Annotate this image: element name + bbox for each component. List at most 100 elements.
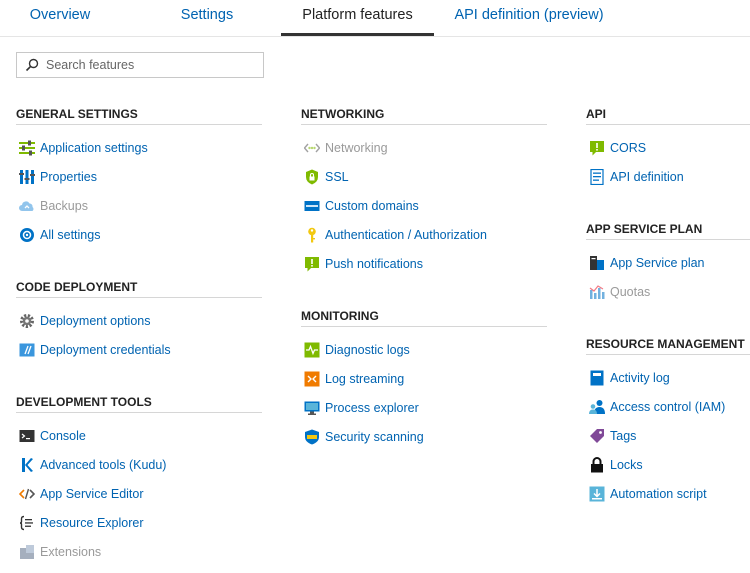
globe-settings-icon — [20, 227, 34, 242]
sliders-icon — [19, 140, 35, 155]
gear-icon — [20, 313, 34, 328]
lock-icon — [591, 456, 603, 472]
tab-overview[interactable]: Overview — [0, 0, 120, 33]
item-custom-domains[interactable]: Custom domains — [301, 191, 547, 220]
item-tags[interactable]: Tags — [586, 421, 750, 450]
item-process-explorer[interactable]: Process explorer — [301, 393, 547, 422]
tab-settings[interactable]: Settings — [148, 0, 266, 33]
item-label: Activity log — [610, 370, 670, 385]
section-monitoring: MONITORING Diagnostic logs Log streaming… — [301, 307, 547, 451]
item-properties[interactable]: Properties — [16, 162, 262, 191]
item-label: Console — [40, 428, 86, 443]
section-heading: CODE DEPLOYMENT — [16, 278, 262, 298]
tab-api-definition[interactable]: API definition (preview) — [448, 0, 610, 33]
item-label: Advanced tools (Kudu) — [40, 457, 167, 472]
chart-icon — [589, 284, 605, 299]
item-locks[interactable]: Locks — [586, 450, 750, 479]
puzzle-icon — [20, 544, 34, 559]
section-heading: APP SERVICE PLAN — [586, 220, 750, 240]
tag-icon — [590, 428, 604, 443]
item-label: SSL — [325, 169, 349, 184]
search-input[interactable] — [46, 55, 256, 75]
section-heading: API — [586, 105, 750, 125]
item-resource-explorer[interactable]: Resource Explorer — [16, 508, 262, 537]
item-console[interactable]: Console — [16, 421, 262, 450]
item-label: Extensions — [40, 544, 102, 559]
shield-scan-icon — [305, 429, 319, 444]
item-security-scanning[interactable]: Security scanning — [301, 422, 547, 451]
item-deployment-options[interactable]: Deployment options — [16, 306, 262, 335]
section-app-service-plan: APP SERVICE PLAN App Service plan Quotas — [586, 220, 750, 306]
item-label: Networking — [325, 140, 388, 155]
item-all-settings[interactable]: All settings — [16, 220, 262, 249]
tab-platform-features[interactable]: Platform features — [281, 0, 434, 36]
item-label: Access control (IAM) — [610, 399, 726, 414]
braces-icon — [19, 515, 33, 530]
section-code-deployment: CODE DEPLOYMENT Deployment options Deplo… — [16, 278, 262, 364]
item-networking[interactable]: Networking — [301, 133, 547, 162]
item-label: App Service plan — [610, 255, 705, 270]
item-label: API definition — [610, 169, 684, 184]
search-icon — [25, 58, 39, 72]
monitor-icon — [304, 401, 320, 415]
key-icon — [308, 227, 316, 242]
item-advanced-tools-kudu[interactable]: Advanced tools (Kudu) — [16, 450, 262, 479]
item-extensions[interactable]: Extensions — [16, 537, 262, 566]
search-box — [16, 52, 264, 78]
tab-bar: Overview Settings Platform features API … — [0, 0, 750, 37]
item-label: Process explorer — [325, 400, 419, 415]
item-app-service-editor[interactable]: App Service Editor — [16, 479, 262, 508]
item-cors[interactable]: CORS — [586, 133, 750, 162]
item-application-settings[interactable]: Application settings — [16, 133, 262, 162]
properties-bars-icon — [19, 169, 35, 184]
section-heading: NETWORKING — [301, 105, 547, 125]
item-activity-log[interactable]: Activity log — [586, 363, 750, 392]
users-icon — [589, 399, 605, 414]
section-heading: DEVELOPMENT TOOLS — [16, 393, 262, 413]
item-app-service-plan[interactable]: App Service plan — [586, 248, 750, 277]
section-resource-management: RESOURCE MANAGEMENT Activity log Access … — [586, 335, 750, 508]
item-label: Push notifications — [325, 256, 423, 271]
item-label: Tags — [610, 428, 637, 443]
item-ssl[interactable]: SSL — [301, 162, 547, 191]
section-networking: NETWORKING Networking SSL Custom domains — [301, 105, 547, 278]
item-label: All settings — [40, 227, 101, 242]
item-label: Deployment options — [40, 313, 151, 328]
item-push-notifications[interactable]: Push notifications — [301, 249, 547, 278]
server-plan-icon — [590, 255, 604, 270]
heartbeat-log-icon — [304, 342, 320, 357]
cors-icon — [590, 140, 604, 155]
item-api-definition[interactable]: API definition — [586, 162, 750, 191]
download-script-icon — [589, 486, 605, 501]
item-label: CORS — [610, 140, 647, 155]
section-heading: RESOURCE MANAGEMENT — [586, 335, 750, 355]
console-icon — [19, 429, 35, 442]
www-icon — [304, 200, 320, 211]
section-development-tools: DEVELOPMENT TOOLS Console Advanced tools… — [16, 393, 262, 566]
cloud-backup-icon — [19, 200, 34, 211]
item-label: Deployment credentials — [40, 342, 171, 357]
item-quotas[interactable]: Quotas — [586, 277, 750, 306]
item-label: Custom domains — [325, 198, 419, 213]
item-deployment-credentials[interactable]: Deployment credentials — [16, 335, 262, 364]
item-label: Automation script — [610, 486, 707, 501]
item-label: Log streaming — [325, 371, 405, 386]
item-label: Resource Explorer — [40, 515, 144, 530]
section-general-settings: GENERAL SETTINGS Application settings Pr… — [16, 105, 262, 249]
item-label: Quotas — [610, 284, 651, 299]
log-book-icon — [590, 370, 604, 385]
item-label: Diagnostic logs — [325, 342, 410, 357]
item-backups[interactable]: Backups — [16, 191, 262, 220]
item-diagnostic-logs[interactable]: Diagnostic logs — [301, 335, 547, 364]
kudu-icon — [22, 457, 33, 472]
item-label: Backups — [40, 198, 88, 213]
credentials-icon — [19, 343, 35, 356]
item-authentication[interactable]: Authentication / Authorization — [301, 220, 547, 249]
item-label: Properties — [40, 169, 97, 184]
item-log-streaming[interactable]: Log streaming — [301, 364, 547, 393]
item-label: Application settings — [40, 140, 148, 155]
item-access-control-iam[interactable]: Access control (IAM) — [586, 392, 750, 421]
item-automation-script[interactable]: Automation script — [586, 479, 750, 508]
stream-icon — [304, 371, 320, 386]
item-label: Authentication / Authorization — [325, 227, 487, 242]
